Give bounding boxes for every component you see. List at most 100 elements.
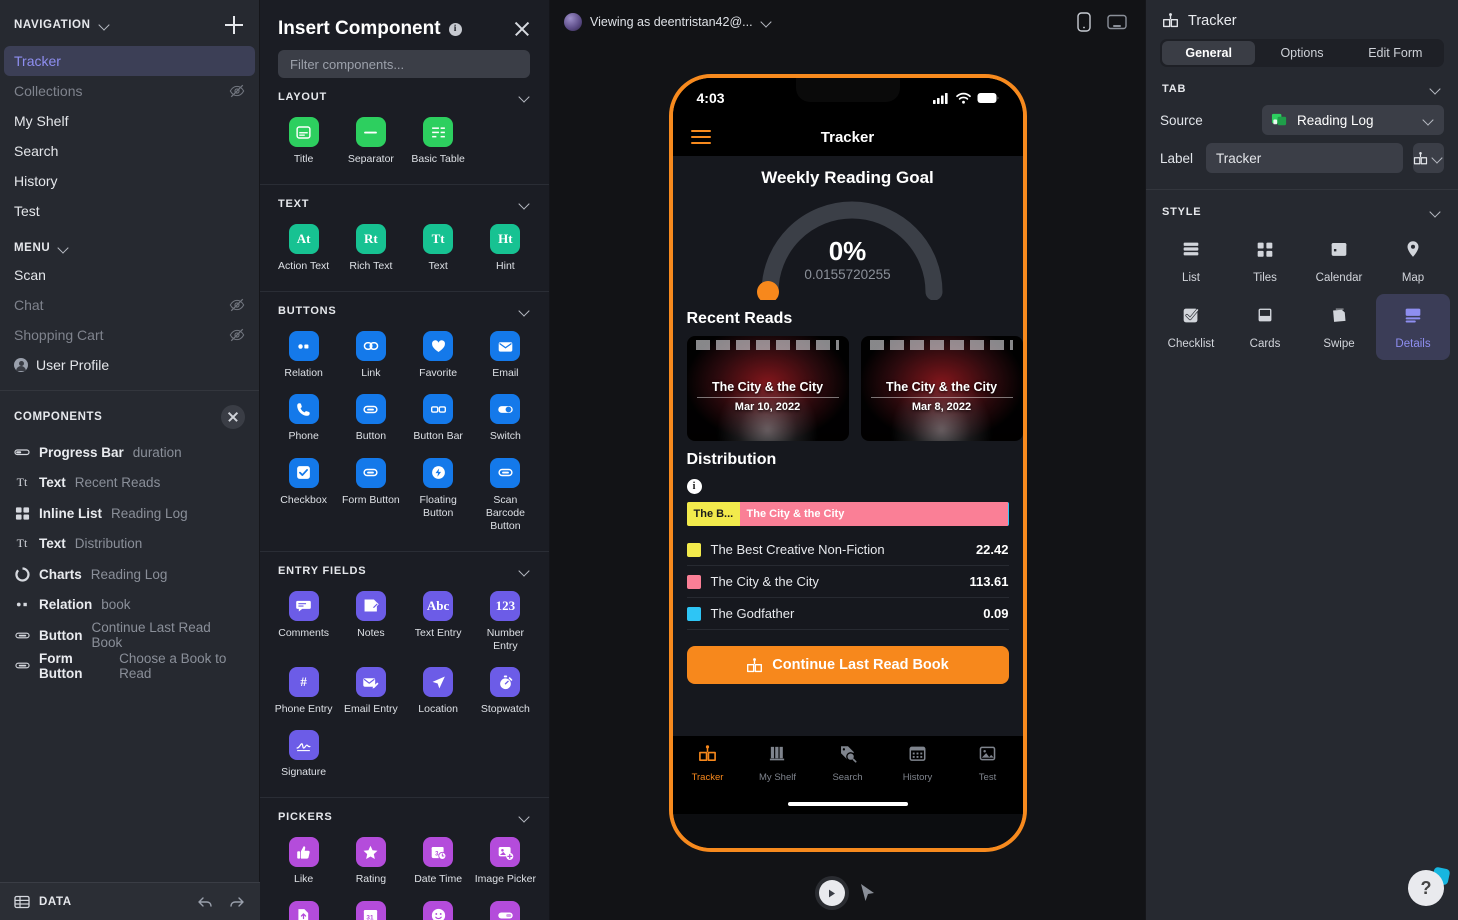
component-tile-link[interactable]: Link [337, 325, 404, 388]
cursor-icon[interactable] [859, 883, 877, 903]
redo-icon[interactable] [228, 895, 246, 909]
chevron-down-icon[interactable] [519, 198, 531, 210]
phone-tab-my-shelf[interactable]: My Shelf [743, 744, 813, 783]
component-tile-location[interactable]: Location [405, 661, 472, 724]
component-tile-number-entry[interactable]: 123 Number Entry [472, 585, 539, 661]
recent-read-card[interactable]: The City & the City Mar 10, 2022 [686, 336, 849, 441]
component-tile-basic-table[interactable]: Basic Table [405, 111, 472, 174]
component-tile-signature[interactable]: Signature [270, 724, 337, 787]
component-item[interactable]: Form Button Choose a Book to Read [0, 651, 259, 682]
phone-tab-search[interactable]: Search [813, 744, 883, 783]
component-tile-favorite[interactable]: Favorite [405, 325, 472, 388]
navigation-header-left[interactable]: NAVIGATION [14, 19, 111, 31]
close-icon[interactable] [513, 20, 531, 38]
style-option-cards[interactable]: Cards [1228, 294, 1302, 360]
tab-edit-form[interactable]: Edit Form [1349, 41, 1442, 65]
chevron-down-icon[interactable] [519, 91, 531, 103]
menu-header[interactable]: MENU [0, 226, 259, 260]
component-tile-button-bar[interactable]: Button Bar [405, 388, 472, 451]
eye-off-icon[interactable] [229, 297, 245, 313]
menu-item-scan[interactable]: Scan [0, 260, 259, 290]
category-header[interactable]: TEXT [260, 185, 549, 218]
component-tile-button[interactable]: Button [337, 388, 404, 451]
component-tile-text-entry[interactable]: Abc Text Entry [405, 585, 472, 661]
sidebar-item-tracker[interactable]: Tracker [4, 46, 255, 76]
component-item[interactable]: Tt Text Recent Reads [0, 468, 259, 499]
eye-off-icon[interactable] [229, 83, 245, 99]
component-tile-stopwatch[interactable]: Stopwatch [472, 661, 539, 724]
sidebar-item-history[interactable]: History [0, 166, 259, 196]
menu-item-chat[interactable]: Chat [0, 290, 259, 320]
phone-tab-history[interactable]: History [883, 744, 953, 783]
component-item[interactable]: Tt Text Distribution [0, 529, 259, 560]
chevron-down-icon[interactable] [1432, 152, 1444, 164]
data-bar-left[interactable]: DATA [14, 894, 72, 910]
menu-item-user-profile[interactable]: User Profile [0, 350, 259, 380]
tab-options[interactable]: Options [1255, 41, 1348, 65]
component-tile-image-picker[interactable]: Image Picker [472, 831, 539, 894]
component-tile-text[interactable]: Tt Text [405, 218, 472, 281]
component-tile-email-entry[interactable]: Email Entry [337, 661, 404, 724]
component-tile-relation[interactable]: Relation [270, 325, 337, 388]
sidebar-item-test[interactable]: Test [0, 196, 259, 226]
style-option-swipe[interactable]: Swipe [1302, 294, 1376, 360]
style-option-details[interactable]: Details [1376, 294, 1450, 360]
style-option-list[interactable]: List [1154, 228, 1228, 294]
component-item[interactable]: Progress Bar duration [0, 437, 259, 468]
menu-item-shopping-cart[interactable]: Shopping Cart [0, 320, 259, 350]
category-header[interactable]: LAYOUT [260, 78, 549, 111]
component-tile-title[interactable]: Title [270, 111, 337, 174]
sidebar-item-collections[interactable]: Collections [0, 76, 259, 106]
component-tile-form-button[interactable]: Form Button [337, 452, 404, 541]
chevron-down-icon[interactable] [1430, 83, 1442, 95]
add-tab-button[interactable] [223, 14, 245, 36]
component-tile-rating[interactable]: Rating [337, 831, 404, 894]
info-icon[interactable]: i [686, 479, 702, 494]
sidebar-item-search[interactable]: Search [0, 136, 259, 166]
help-button[interactable]: ? [1408, 870, 1444, 906]
chevron-down-icon[interactable] [1423, 114, 1435, 126]
source-select[interactable]: Reading Log [1262, 105, 1444, 135]
chevron-down-icon[interactable] [519, 811, 531, 823]
component-tile-reaction[interactable]: Reaction [405, 895, 472, 920]
continue-last-read-book-button[interactable]: Continue Last Read Book [686, 646, 1009, 684]
data-bar[interactable]: DATA [0, 882, 260, 920]
style-option-checklist[interactable]: Checklist [1154, 294, 1228, 360]
chevron-down-icon[interactable] [58, 242, 70, 254]
recent-reads-list[interactable]: The City & the City Mar 10, 2022 The Cit… [673, 336, 1023, 441]
component-tile-action-text[interactable]: At Action Text [270, 218, 337, 281]
component-item[interactable]: Relation book [0, 590, 259, 621]
component-tile-comments[interactable]: Comments [270, 585, 337, 661]
style-option-tiles[interactable]: Tiles [1228, 228, 1302, 294]
recent-read-card[interactable]: The City & the City Mar 8, 2022 [860, 336, 1023, 441]
category-header[interactable]: ENTRY FIELDS [260, 552, 549, 585]
component-tile-floating-button[interactable]: Floating Button [405, 452, 472, 541]
component-tile-choice[interactable]: Choice [472, 895, 539, 920]
close-components-button[interactable] [221, 405, 245, 429]
chevron-down-icon[interactable] [1430, 206, 1442, 218]
play-button[interactable] [818, 880, 845, 906]
component-tile-rich-text[interactable]: Rt Rich Text [337, 218, 404, 281]
category-header[interactable]: BUTTONS [260, 292, 549, 325]
component-tile-switch[interactable]: Switch [472, 388, 539, 451]
category-header[interactable]: PICKERS [260, 798, 549, 831]
phone-tab-test[interactable]: Test [953, 744, 1023, 783]
component-tile-date-time[interactable]: 3 Date Time [405, 831, 472, 894]
undo-icon[interactable] [196, 895, 214, 909]
component-tile-file-picker[interactable]: File Picker [270, 895, 337, 920]
menu-icon[interactable] [690, 127, 711, 148]
eye-off-icon[interactable] [229, 327, 245, 343]
chevron-down-icon[interactable] [519, 305, 531, 317]
viewing-as-selector[interactable]: Viewing as deentristan42@... [564, 13, 773, 31]
component-tile-notes[interactable]: Notes [337, 585, 404, 661]
component-item[interactable]: Charts Reading Log [0, 559, 259, 590]
component-tile-separator[interactable]: Separator [337, 111, 404, 174]
style-option-map[interactable]: Map [1376, 228, 1450, 294]
label-icon-select[interactable] [1413, 143, 1444, 173]
sidebar-item-my-shelf[interactable]: My Shelf [0, 106, 259, 136]
desktop-icon[interactable] [1107, 14, 1127, 31]
style-option-calendar[interactable]: Calendar [1302, 228, 1376, 294]
chevron-down-icon[interactable] [761, 16, 773, 28]
tab-general[interactable]: General [1162, 41, 1256, 65]
component-tile-phone[interactable]: Phone [270, 388, 337, 451]
